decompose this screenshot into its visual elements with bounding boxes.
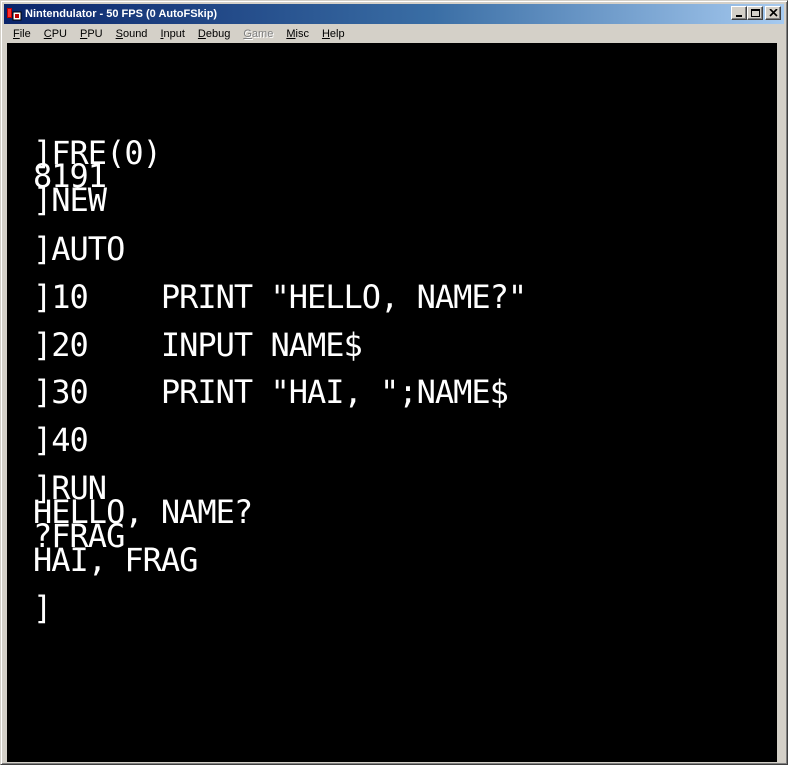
menu-label-rest: isc bbox=[295, 28, 309, 40]
menu-accelerator: C bbox=[43, 28, 52, 40]
menu-label-rest: PU bbox=[87, 28, 103, 40]
minimize-icon bbox=[736, 15, 742, 17]
menu-input[interactable]: Input bbox=[152, 28, 189, 40]
menu-label-rest: ebug bbox=[205, 28, 231, 40]
minimize-button[interactable] bbox=[731, 6, 747, 20]
nintendulator-app-icon[interactable] bbox=[6, 6, 22, 22]
screen-text-line: ]NEW bbox=[33, 181, 107, 219]
menu-bar: File CPU PPU Sound Input Debug Game Misc Help bbox=[4, 25, 784, 43]
emulator-window: Nintendulator - 50 FPS (0 AutoFSkip) Fil… bbox=[0, 0, 788, 765]
screen-text-line: HAI, FRAG bbox=[33, 541, 198, 579]
menu-cpu[interactable]: CPU bbox=[36, 28, 72, 40]
menu-label-rest: ound bbox=[122, 28, 148, 40]
menu-label-rest: ame bbox=[251, 28, 274, 40]
menu-label-rest: elp bbox=[329, 28, 345, 40]
window-title: Nintendulator - 50 FPS (0 AutoFSkip) bbox=[25, 8, 218, 20]
screen-text-line: ]10 PRINT "HELLO, NAME?" bbox=[33, 278, 527, 316]
maximize-button[interactable] bbox=[747, 6, 763, 20]
menu-accelerator: M bbox=[286, 28, 296, 40]
menu-misc[interactable]: Misc bbox=[278, 28, 314, 40]
screen-text-line: ]20 INPUT NAME$ bbox=[33, 326, 363, 364]
menu-accelerator: F bbox=[13, 28, 20, 40]
menu-label-rest: nput bbox=[163, 28, 185, 40]
menu-game: Game bbox=[235, 28, 278, 40]
close-button[interactable] bbox=[765, 6, 781, 20]
screen-text-line: ] bbox=[33, 589, 52, 627]
window-controls bbox=[731, 6, 781, 20]
menu-label-rest: ile bbox=[19, 28, 31, 40]
menu-sound[interactable]: Sound bbox=[108, 28, 153, 40]
menu-accelerator: G bbox=[243, 28, 252, 40]
screen-text-line: ]40 bbox=[33, 421, 89, 459]
menu-accelerator: S bbox=[115, 28, 123, 40]
menu-accelerator: H bbox=[321, 28, 330, 40]
menu-accelerator: D bbox=[197, 28, 206, 40]
emulator-screen[interactable]: ]FRE(0) 8191]NEW]AUTO]10 PRINT "HELLO, NA… bbox=[7, 43, 777, 762]
close-icon bbox=[769, 9, 778, 17]
screen-text-line: ]30 PRINT "HAI, ";NAME$ bbox=[33, 373, 509, 411]
menu-label-rest: PU bbox=[51, 28, 67, 40]
menu-file[interactable]: File bbox=[4, 28, 36, 40]
menu-ppu[interactable]: PPU bbox=[72, 28, 108, 40]
title-bar[interactable]: Nintendulator - 50 FPS (0 AutoFSkip) bbox=[4, 4, 784, 24]
maximize-icon bbox=[751, 9, 760, 17]
menu-debug[interactable]: Debug bbox=[190, 28, 235, 40]
screen-text-line: ]AUTO bbox=[33, 230, 125, 268]
menu-help[interactable]: Help bbox=[314, 28, 350, 40]
